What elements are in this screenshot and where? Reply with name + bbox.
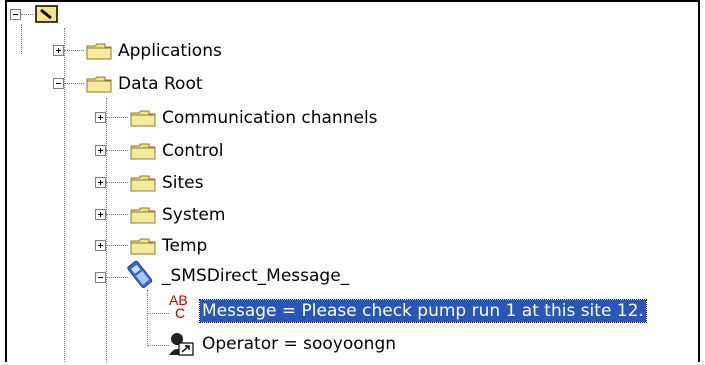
tree-line [147,345,169,346]
folder-icon [86,76,112,93]
operator-icon [169,333,194,356]
tree-line [64,50,84,51]
tree-item-label: Message = Please check pump run 1 at thi… [199,299,647,323]
expand-toggle[interactable] [95,240,106,251]
tree-item-label: System [162,205,226,225]
tree-item-system[interactable]: System [130,203,330,229]
tree-item-label: _SMSDirect_Message_ [162,266,350,286]
tree-root-node[interactable] [35,4,61,30]
tree-line [106,182,128,183]
tree-line [106,214,128,215]
collapse-toggle[interactable] [95,272,106,283]
tree-item-label: Sites [162,173,204,193]
tree-line [21,14,33,15]
root-node-icon [35,5,58,23]
expand-toggle[interactable] [95,112,106,123]
text-variable-icon: AB C [169,292,188,321]
tree-line [21,24,22,54]
tree-line [147,290,148,346]
folder-icon [130,207,156,224]
tree-item-sms-direct-message[interactable]: _SMSDirect_Message_ [123,260,443,289]
folder-icon [130,110,156,127]
tree-item-label: Communication channels [162,108,378,128]
tree-item-communication-channels[interactable]: Communication channels [130,106,450,132]
collapse-toggle[interactable] [53,78,64,89]
tree-item-data-root[interactable]: Data Root [86,72,286,98]
tree-view-panel: Applications Data Root Communication cha… [5,0,700,362]
tree-item-label: Data Root [118,74,203,94]
expand-toggle[interactable] [95,209,106,220]
tree-line [64,83,84,84]
folder-icon [86,43,112,60]
tree-line [106,150,128,151]
expand-toggle[interactable] [95,145,106,156]
folder-icon [130,143,156,160]
tree-item-operator[interactable]: Operator = sooyoongn [167,331,467,357]
expand-toggle[interactable] [95,177,106,188]
mobile-phone-icon [127,260,153,289]
tree-line [106,117,128,118]
tree-item-message[interactable]: AB C Message = Please check pump run 1 a… [167,292,698,323]
tree-line [147,313,169,314]
tree-item-label: Temp [162,236,208,256]
tree-line [64,28,65,362]
tree-item-sites[interactable]: Sites [130,171,330,197]
tree-item-control[interactable]: Control [130,139,330,165]
tree-view: Applications Data Root Communication cha… [7,2,698,362]
tree-item-label: Operator = sooyoongn [202,334,397,354]
tree-line [106,98,107,362]
tree-line [106,245,128,246]
tree-item-label: Applications [118,41,222,61]
tree-item-label: Control [162,141,224,161]
tree-item-applications[interactable]: Applications [86,39,286,65]
collapse-toggle[interactable] [10,9,21,20]
expand-toggle[interactable] [53,45,64,56]
tree-item-temp[interactable]: Temp [130,234,330,260]
folder-icon [130,238,156,255]
folder-icon [130,175,156,192]
